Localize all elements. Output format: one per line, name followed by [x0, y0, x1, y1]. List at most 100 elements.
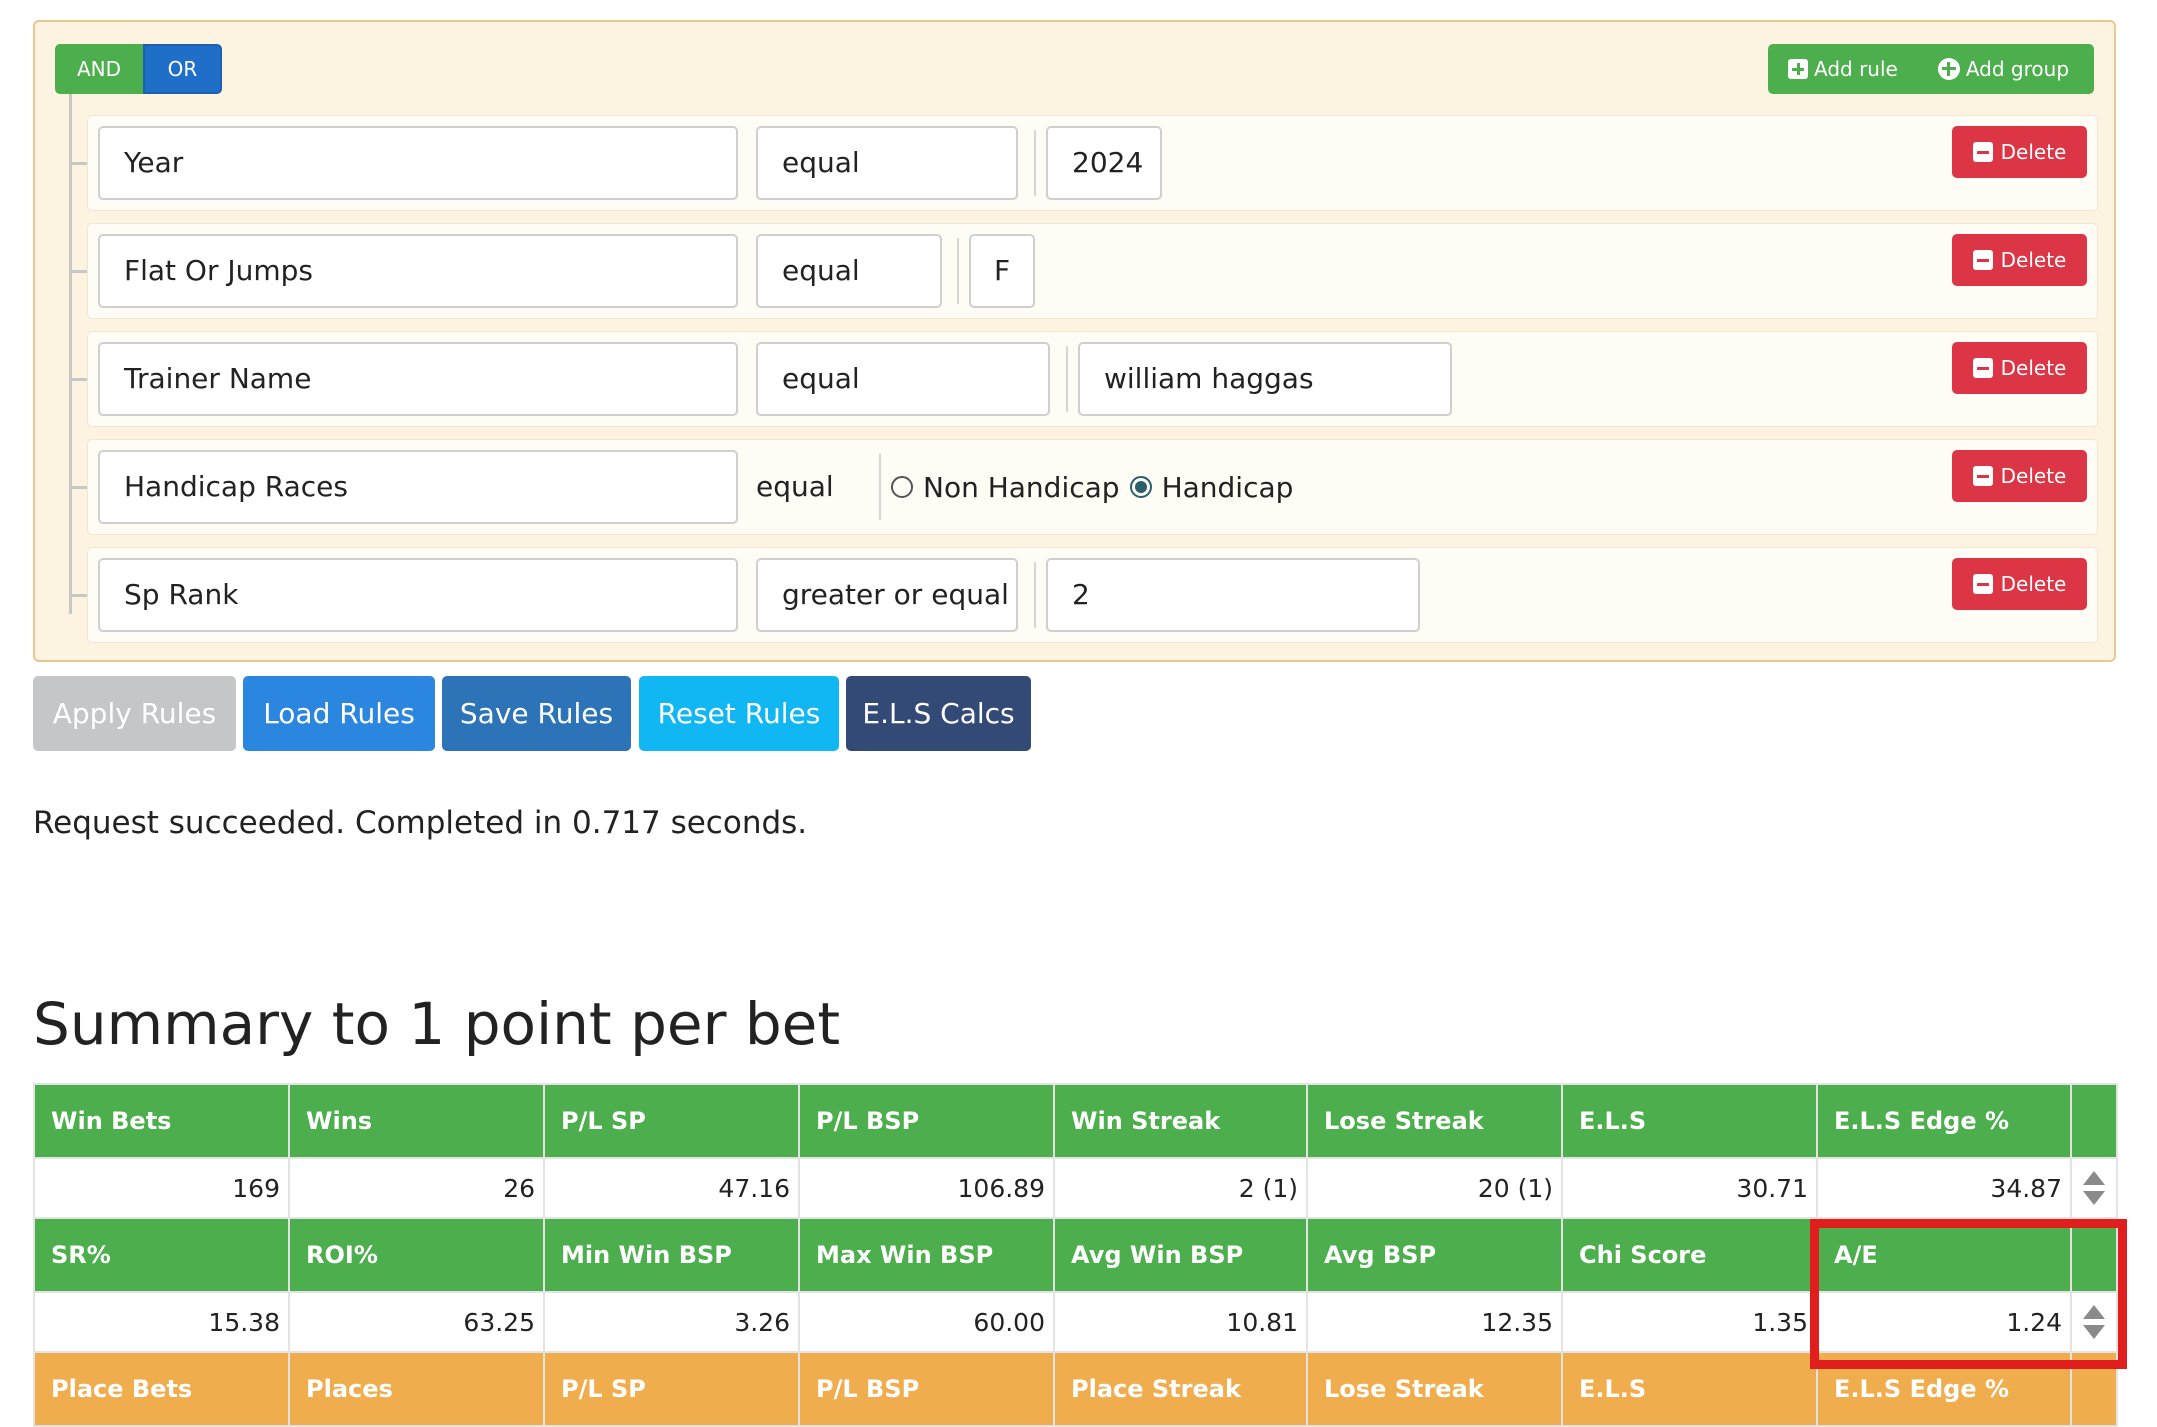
delete-rule-button[interactable]: Delete: [1952, 126, 2087, 178]
delete-rule-button[interactable]: Delete: [1952, 558, 2087, 610]
summary-header-spacer: [2070, 1083, 2118, 1159]
rule-row-year: Year equal 2024 Delete: [87, 115, 2098, 211]
arrow-up-icon[interactable]: [2083, 1171, 2105, 1185]
plus-circle-icon: [1937, 58, 1960, 80]
rule-row-flat-or-jumps: Flat Or Jumps equal F Delete: [87, 223, 2098, 319]
arrow-down-icon[interactable]: [2083, 1325, 2105, 1339]
save-rules-button[interactable]: Save Rules: [442, 676, 631, 751]
summary-header-row-place: Place Bets Places P/L SP P/L BSP Place S…: [33, 1351, 2118, 1427]
rule-field-select[interactable]: Sp Rank: [98, 558, 738, 632]
summary-header-cell: E.L.S Edge %: [1816, 1351, 2072, 1427]
radio-non-handicap[interactable]: [891, 476, 913, 498]
summary-header-row: Win Bets Wins P/L SP P/L BSP Win Streak …: [33, 1083, 2118, 1159]
rule-separator: [1034, 130, 1036, 196]
delete-rule-button[interactable]: Delete: [1952, 234, 2087, 286]
summary-value-row: 169 26 47.16 106.89 2 (1) 20 (1) 30.71 3…: [33, 1157, 2118, 1219]
summary-header-cell: Chi Score: [1561, 1217, 1818, 1293]
rule-operator-select[interactable]: greater or equal: [756, 558, 1018, 632]
summary-value-cell: 30.71: [1561, 1157, 1818, 1219]
rule-operator-select[interactable]: equal: [756, 342, 1050, 416]
arrow-down-icon[interactable]: [2083, 1191, 2105, 1205]
rule-field-select[interactable]: Trainer Name: [98, 342, 738, 416]
minus-square-icon: [1972, 466, 1993, 486]
delete-label: Delete: [2000, 248, 2067, 272]
radio-handicap[interactable]: [1129, 476, 1152, 498]
summary-header-cell: Places: [288, 1351, 545, 1427]
summary-header-cell: Lose Streak: [1306, 1351, 1563, 1427]
summary-value-cell: 12.35: [1306, 1291, 1563, 1353]
summary-header-cell: A/E: [1816, 1217, 2072, 1293]
minus-square-icon: [1972, 358, 1993, 378]
summary-value-cell: 34.87: [1816, 1157, 2072, 1219]
els-calcs-button[interactable]: E.L.S Calcs: [846, 676, 1031, 751]
apply-rules-button[interactable]: Apply Rules: [33, 676, 236, 751]
load-rules-button[interactable]: Load Rules: [243, 676, 435, 751]
delete-rule-button[interactable]: Delete: [1952, 450, 2087, 502]
summary-title: Summary to 1 point per bet: [33, 990, 841, 1058]
rule-separator: [1066, 346, 1068, 412]
rule-operator-label: equal: [756, 470, 834, 503]
delete-label: Delete: [2000, 356, 2067, 380]
plus-square-icon: [1788, 59, 1808, 79]
request-status-text: Request succeeded. Completed in 0.717 se…: [33, 805, 808, 841]
condition-or-button[interactable]: OR: [143, 44, 222, 94]
rule-separator: [957, 238, 959, 304]
rule-field-select[interactable]: Flat Or Jumps: [98, 234, 738, 308]
summary-value-cell: 169: [33, 1157, 290, 1219]
condition-and-button[interactable]: AND: [55, 44, 143, 94]
rule-operator-select[interactable]: equal: [756, 234, 942, 308]
summary-header-cell: Win Bets: [33, 1083, 290, 1159]
rule-field-select[interactable]: Year: [98, 126, 738, 200]
row-spinner[interactable]: [2070, 1157, 2118, 1219]
rule-row-sp-rank: Sp Rank greater or equal 2 Delete: [87, 547, 2098, 643]
rule-field-select[interactable]: Handicap Races: [98, 450, 738, 524]
summary-header-cell: Win Streak: [1053, 1083, 1308, 1159]
rule-separator: [1034, 562, 1036, 628]
rule-value-input[interactable]: william haggas: [1078, 342, 1452, 416]
row-spinner[interactable]: [2070, 1291, 2118, 1353]
summary-value-cell: 106.89: [798, 1157, 1055, 1219]
delete-label: Delete: [2000, 572, 2067, 596]
rule-row-handicap-races: Handicap Races equal Non Handicap Handic…: [87, 439, 2098, 535]
summary-header-cell: Max Win BSP: [798, 1217, 1055, 1293]
rule-value-select[interactable]: F: [969, 234, 1035, 308]
summary-header-cell: P/L BSP: [798, 1083, 1055, 1159]
summary-value-cell: 1.24: [1816, 1291, 2072, 1353]
rule-tree-line: [69, 94, 72, 614]
summary-table: Win Bets Wins P/L SP P/L BSP Win Streak …: [33, 1083, 2118, 1427]
summary-value-cell: 2 (1): [1053, 1157, 1308, 1219]
summary-header-cell: Place Bets: [33, 1351, 290, 1427]
summary-header-cell: Avg BSP: [1306, 1217, 1563, 1293]
rule-separator: [879, 454, 881, 520]
summary-value-cell: 10.81: [1053, 1291, 1308, 1353]
add-rule-label: Add rule: [1814, 57, 1898, 81]
reset-rules-button[interactable]: Reset Rules: [639, 676, 839, 751]
add-buttons-group: Add rule Add group: [1768, 44, 2094, 94]
summary-header-cell: Place Streak: [1053, 1351, 1308, 1427]
summary-header-cell: Lose Streak: [1306, 1083, 1563, 1159]
summary-value-cell: 26: [288, 1157, 545, 1219]
summary-header-cell: Wins: [288, 1083, 545, 1159]
summary-header-cell: E.L.S: [1561, 1083, 1818, 1159]
arrow-up-icon[interactable]: [2083, 1305, 2105, 1319]
rule-value-input[interactable]: 2024: [1046, 126, 1162, 200]
summary-header-cell: P/L SP: [543, 1351, 800, 1427]
summary-header-cell: P/L BSP: [798, 1351, 1055, 1427]
radio-label-non-handicap: Non Handicap: [923, 470, 1120, 504]
summary-header-cell: Avg Win BSP: [1053, 1217, 1308, 1293]
rule-operator-select[interactable]: equal: [756, 126, 1018, 200]
rule-value-input[interactable]: 2: [1046, 558, 1420, 632]
summary-value-cell: 47.16: [543, 1157, 800, 1219]
summary-value-cell: 63.25: [288, 1291, 545, 1353]
summary-header-spacer: [2070, 1217, 2118, 1293]
add-group-button[interactable]: Add group: [1898, 57, 2069, 81]
summary-header-cell: P/L SP: [543, 1083, 800, 1159]
summary-header-row: SR% ROI% Min Win BSP Max Win BSP Avg Win…: [33, 1217, 2118, 1293]
add-group-label: Add group: [1965, 57, 2070, 81]
summary-value-cell: 1.35: [1561, 1291, 1818, 1353]
query-builder-panel: AND OR Add rule Add group Year equal 202…: [33, 20, 2116, 662]
delete-rule-button[interactable]: Delete: [1952, 342, 2087, 394]
summary-header-cell: Min Win BSP: [543, 1217, 800, 1293]
add-rule-button[interactable]: Add rule: [1768, 57, 1898, 81]
summary-header-cell: E.L.S Edge %: [1816, 1083, 2072, 1159]
